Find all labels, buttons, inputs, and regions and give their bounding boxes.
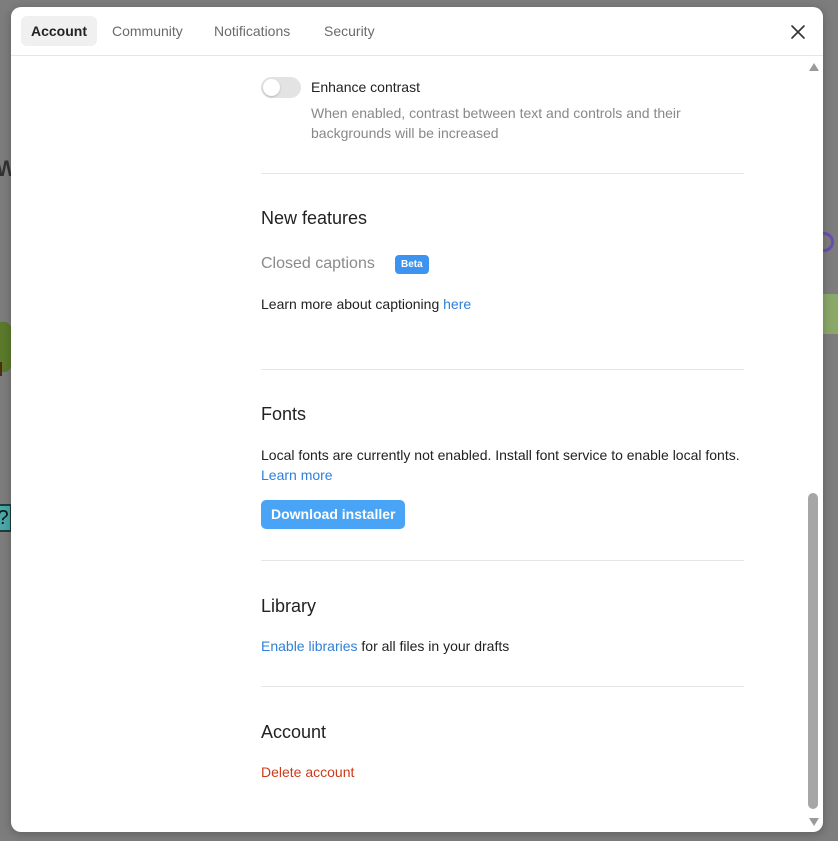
toggle-knob [263,79,280,96]
divider [261,560,744,561]
settings-scroll-area[interactable]: Enhance contrast When enabled, contrast … [11,56,823,832]
fonts-text: Local fonts are currently not enabled. I… [261,447,740,463]
scroll-up-arrow-icon[interactable] [809,63,819,71]
scrollbar-thumb[interactable] [808,493,818,809]
background-block [822,294,838,334]
settings-modal: Account Community Notifications Security… [11,7,823,832]
captioning-text: Learn more about captioning [261,296,444,312]
enable-libraries-link[interactable]: Enable libraries [261,638,358,654]
scroll-down-arrow-icon[interactable] [809,818,819,826]
captioning-here-link[interactable]: here [443,296,471,312]
fonts-description: Local fonts are currently not enabled. I… [261,445,744,485]
new-features-title: New features [261,208,368,228]
tab-account[interactable]: Account [21,16,97,46]
library-title: Library [261,596,317,616]
download-installer-button[interactable]: Download installer [261,500,406,529]
library-description: Enable libraries for all files in your d… [261,636,744,656]
vertical-scrollbar[interactable] [806,56,822,832]
tab-bar: Account Community Notifications Security [11,7,823,56]
account-title: Account [261,722,327,742]
enhance-contrast-label: Enhance contrast [311,79,420,95]
divider [261,369,744,370]
tab-security[interactable]: Security [314,16,385,46]
tab-community[interactable]: Community [102,16,193,46]
tab-notifications[interactable]: Notifications [204,16,300,46]
close-icon [791,25,805,39]
captioning-learn-more: Learn more about captioning here [261,294,744,314]
closed-captions-label: Closed captions [261,255,375,272]
close-button[interactable] [785,19,811,45]
divider [261,173,744,174]
beta-badge: Beta [395,255,429,274]
fonts-title: Fonts [261,404,307,424]
enhance-contrast-toggle[interactable] [261,77,301,98]
library-text: for all files in your drafts [357,638,510,654]
delete-account-link[interactable]: Delete account [261,762,744,782]
enhance-contrast-description: When enabled, contrast between text and … [311,105,681,141]
fonts-learn-more-link[interactable]: Learn more [261,467,333,483]
divider [261,686,744,687]
